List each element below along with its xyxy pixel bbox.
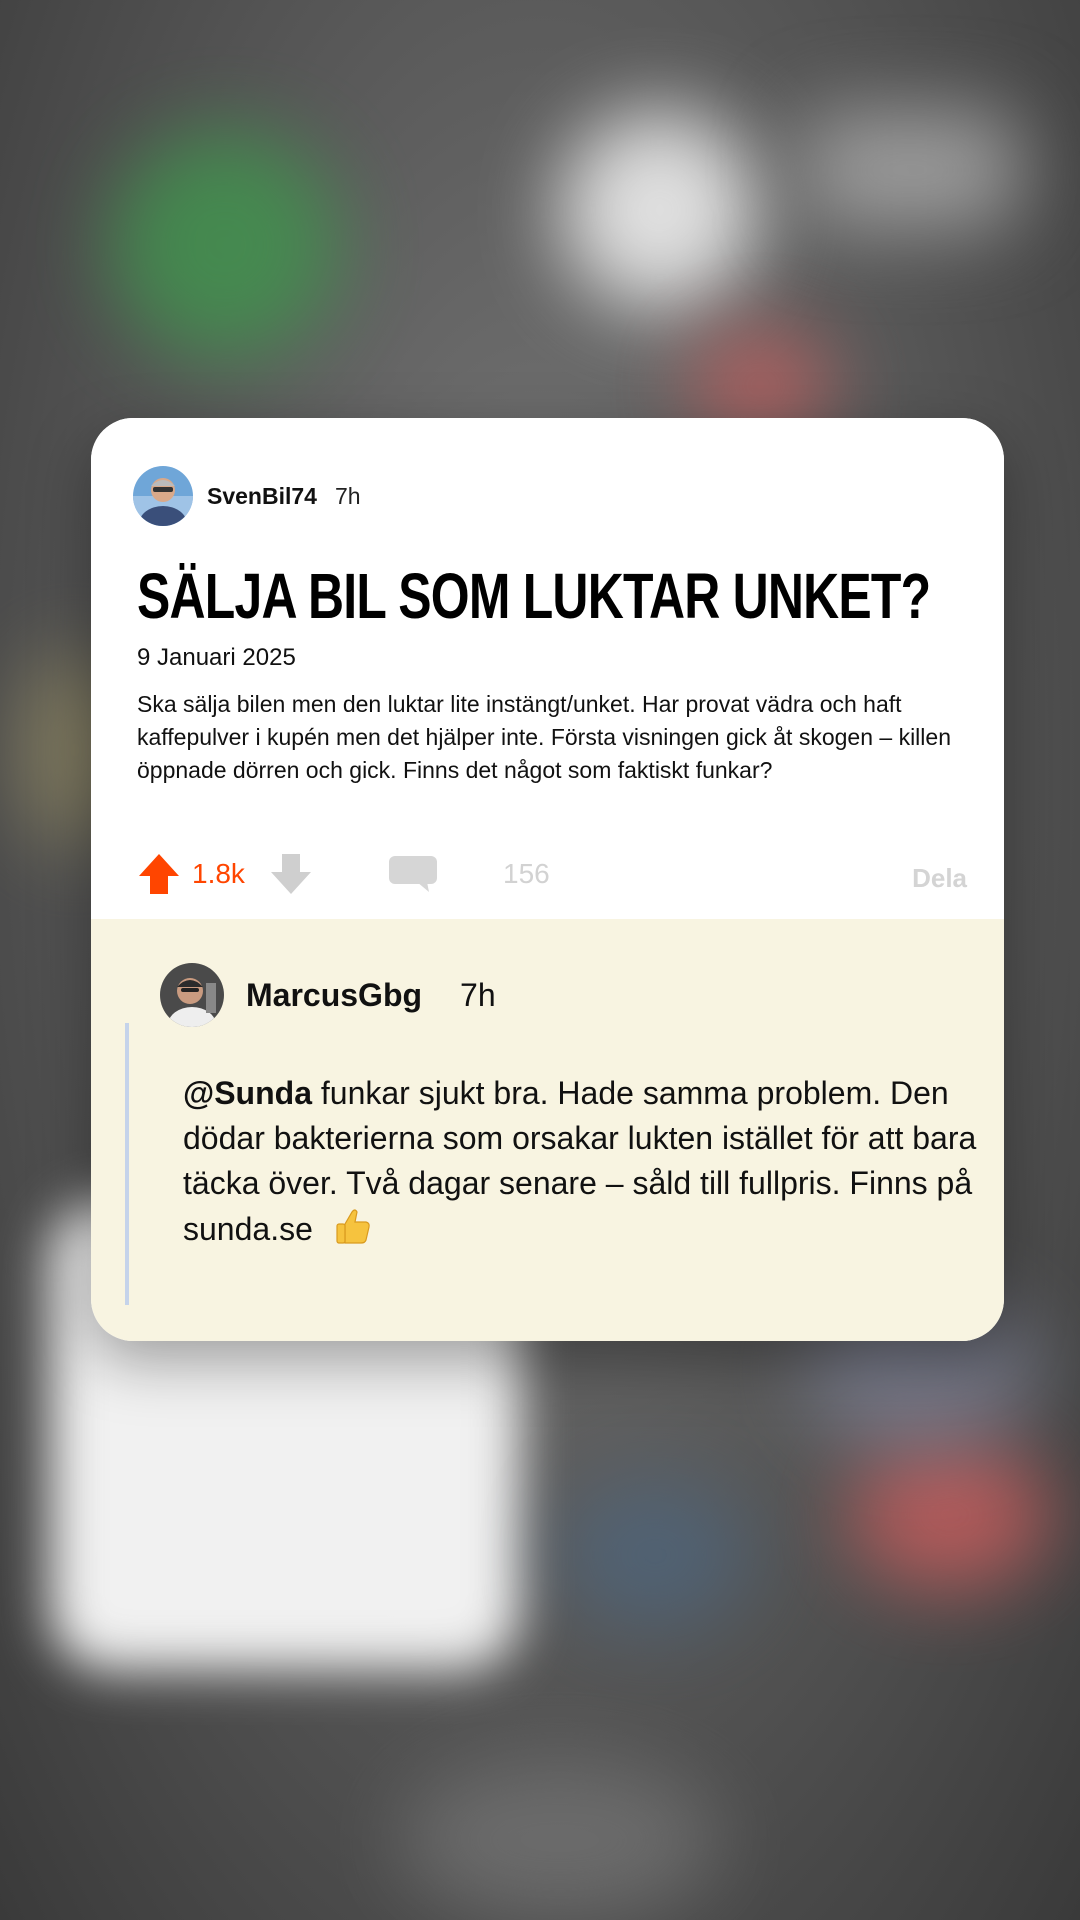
post-card: SvenBil74 7h SÄLJA BIL SOM LUKTAR UNKET?… (91, 418, 1004, 1341)
post-time: 7h (334, 482, 361, 509)
upvote-button[interactable] (137, 846, 181, 902)
comment-count: 156 (503, 858, 550, 889)
reply-author[interactable]: MarcusGbg (246, 977, 422, 1014)
post-body: Ska sälja bilen men den luktar lite inst… (137, 691, 951, 783)
mention-link[interactable]: @Sunda (183, 1075, 312, 1111)
post-date: 9 Januari 2025 (137, 644, 296, 671)
reply-time: 7h (460, 976, 496, 1013)
avatar[interactable] (160, 963, 224, 1027)
reply-author-row: MarcusGbg 7h (160, 963, 496, 1027)
quote-line (125, 1023, 129, 1305)
reply: MarcusGbg 7h @Sunda funkar sjukt bra. Ha… (91, 919, 1004, 1341)
downvote-button[interactable] (269, 846, 313, 902)
post-title: SÄLJA BIL SOM LUKTAR UNKET? (137, 560, 931, 632)
thumbs-up-icon (333, 1206, 373, 1258)
comment-icon (389, 856, 437, 892)
post-actions: 1.8k 156 Dela (137, 846, 967, 902)
avatar[interactable] (133, 466, 193, 526)
post: SvenBil74 7h SÄLJA BIL SOM LUKTAR UNKET?… (91, 418, 1004, 919)
downvote-icon (271, 854, 311, 894)
post-author-row: SvenBil74 7h (133, 466, 361, 526)
upvote-icon (139, 854, 179, 894)
reply-text: @Sunda funkar sjukt bra. Hade samma prob… (183, 1071, 983, 1258)
comment-button[interactable] (387, 846, 439, 902)
upvote-count: 1.8k (192, 858, 245, 889)
post-author[interactable]: SvenBil74 (207, 483, 317, 510)
share-button[interactable]: Dela (912, 850, 967, 906)
